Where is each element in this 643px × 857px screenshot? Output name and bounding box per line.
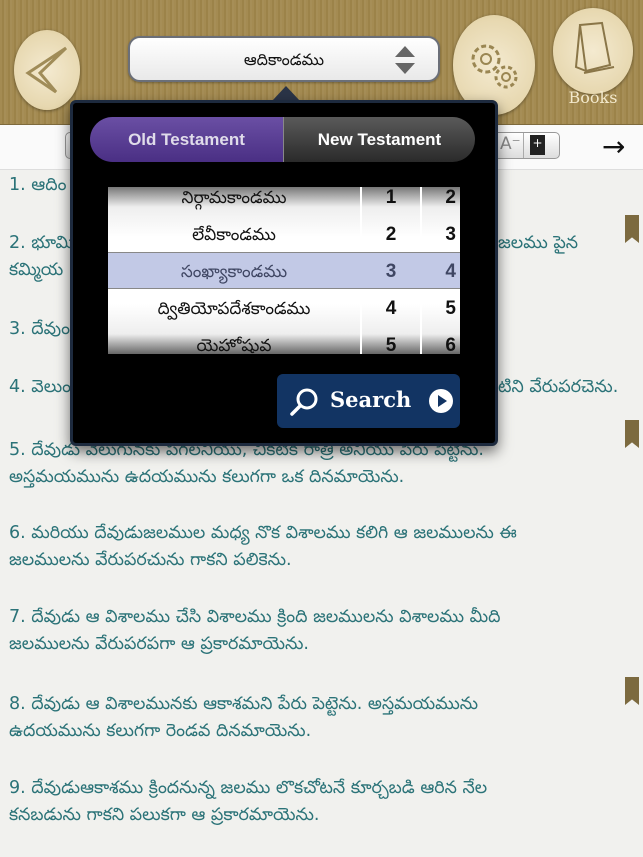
verse-option[interactable]: 6 [422,327,460,354]
verse-2-line2: కమ్మియ [9,260,64,280]
book-option[interactable]: నిర్గామకాండము [108,187,360,216]
verse-6: 6. మరియు దేవుడుజలముల మధ్య నొక విశాలము కల… [9,523,517,543]
book-icon [574,21,615,74]
add-bookmark-button[interactable]: + [530,135,545,155]
verse-9: 9. దేవుడుఆకాశము క్రిందనున్న జలము లొకచోటన… [9,778,488,798]
verse-7-line2: జలములను వేరుపరపగా ఆ ప్రకారమాయెను. [9,634,309,654]
picker-selection-bar [108,252,460,289]
book-selector-value: ఆదికాండము [243,50,325,69]
books-button[interactable] [553,8,633,94]
verse-4: 4. వెలుం [9,377,72,397]
books-label: Books [568,88,618,107]
chapter-option[interactable]: 4 [362,290,420,327]
verse-8: 8. దేవుడు ఆ విశాలమునకు ఆకాశమని పేరు పెట్… [9,694,479,714]
font-decrease-button[interactable]: A⁻ [500,134,521,154]
verse-2-fragment: జలము పైన [498,233,579,253]
verse-9-line2: కనబడును గాకని పలుకగా ఆ ప్రకారమాయెను. [9,805,320,825]
book-option[interactable]: ద్వితియోపదేశకాండము [108,290,360,327]
search-label: Search [330,387,412,412]
back-arrow-icon [25,46,68,94]
verse-4-fragment: టిని వేరుపరచెను. [498,377,619,397]
gears-icon [471,44,518,89]
verse-option[interactable]: 2 [422,187,460,216]
bookmark-ribbon-icon[interactable] [625,677,639,705]
popover-arrow [272,86,300,101]
divider [523,133,524,158]
chapter-option[interactable]: 1 [362,187,420,216]
verse-2: 2. భూమి [9,233,75,253]
bookmark-ribbon-icon[interactable] [625,215,639,243]
verse-3: 3. దేవుం [9,319,70,339]
up-down-stepper-icon [395,46,415,74]
tab-old-testament[interactable]: Old Testament [90,117,283,162]
book-option[interactable]: లేవీకాండము [108,216,360,253]
chapter-option[interactable]: 2 [362,216,420,253]
verse-8-line2: ఉదయమును కలుగగా రెండవ దినమాయెను. [9,721,312,741]
book-chapter-verse-picker[interactable]: నిర్గామకాండము లేవీకాండము సంఖ్యాకాండము ద్… [108,187,460,354]
verse-1: 1. ఆదిం [9,175,67,195]
verse-6-line2: జలములను వేరుపరచును గాకని పలికెను. [9,550,292,570]
next-chapter-arrow-icon[interactable]: → [602,130,625,163]
play-arrow-icon [429,389,453,413]
tab-new-testament[interactable]: New Testament [283,117,475,162]
testament-segmented-control: Old Testament New Testament [90,117,475,162]
search-icon [290,388,318,416]
verse-5-line2: అస్తమయమును ఉదయమును కలుగగా ఒక దినమాయెను. [9,467,405,487]
verse-7: 7. దేవుడు ఆ విశాలము చేసి విశాలము క్రింది… [9,607,501,627]
book-selector[interactable]: ఆదికాండము [128,36,440,82]
back-button[interactable] [14,30,80,110]
verse-option[interactable]: 3 [422,216,460,253]
verse-option[interactable]: 5 [422,290,460,327]
book-option[interactable]: యెహోషువ [108,327,360,354]
search-button[interactable]: Search [277,374,460,428]
chapter-option[interactable]: 5 [362,327,420,354]
bookmark-ribbon-icon[interactable] [625,420,639,448]
